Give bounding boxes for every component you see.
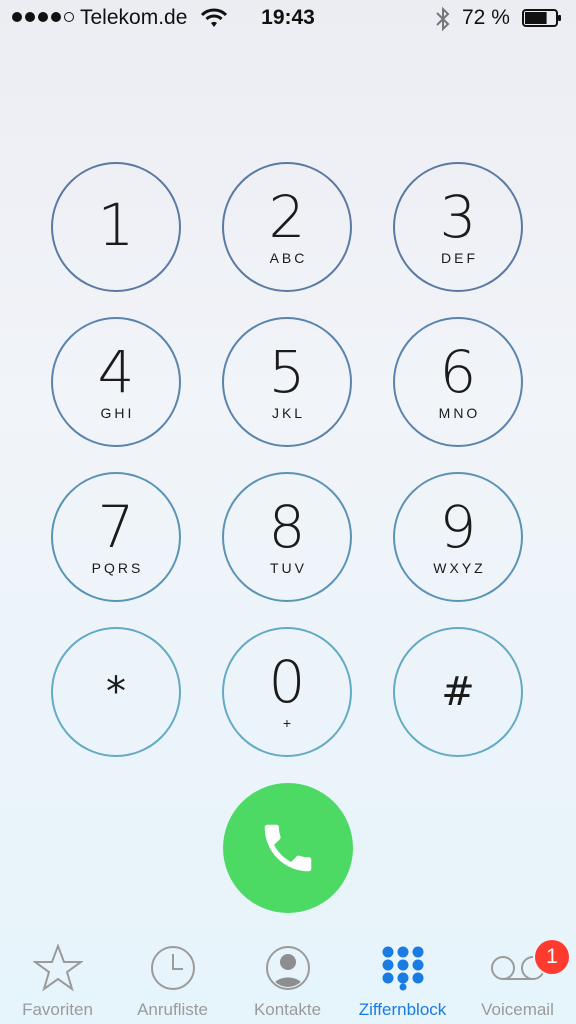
carrier-name: Telekom.de: [80, 6, 188, 29]
battery-percent: 72 %: [462, 6, 510, 29]
keypad-icon: [382, 946, 423, 991]
key-letters: +: [282, 715, 295, 731]
key-digit: 2: [268, 183, 306, 251]
key-0[interactable]: 0 +: [222, 627, 352, 757]
key-letters: MNO: [438, 405, 481, 421]
tab-ziffernblock[interactable]: Ziffernblock: [345, 932, 460, 1024]
key-8[interactable]: 8 TUV: [222, 472, 352, 602]
key-digit: 9: [439, 493, 477, 561]
key-digit: 1: [97, 191, 135, 259]
voicemail-badge: 1: [535, 940, 569, 974]
bluetooth-icon: [436, 6, 450, 32]
key-digit: 3: [439, 183, 477, 251]
key-letters: ABC: [269, 250, 308, 266]
contact-icon: [265, 946, 310, 990]
key-digit: 0: [268, 648, 306, 716]
key-2[interactable]: 2 ABC: [222, 162, 352, 292]
key-letters: DEF: [441, 250, 478, 266]
key-symbol: *: [106, 669, 126, 715]
key-letters: TUV: [270, 560, 307, 576]
call-button[interactable]: [223, 783, 353, 913]
tab-label: Voicemail: [481, 1000, 554, 1019]
key-9[interactable]: 9 WXYZ: [393, 472, 523, 602]
key-6[interactable]: 6 MNO: [393, 317, 523, 447]
key-digit: 4: [97, 338, 135, 406]
key-digit: 6: [439, 338, 477, 406]
tab-anrufliste[interactable]: Anrufliste: [115, 932, 230, 1024]
key-1[interactable]: 1: [51, 162, 181, 292]
key-digit: 8: [268, 493, 306, 561]
clock-icon: [150, 946, 195, 990]
key-7[interactable]: 7 PQRS: [51, 472, 181, 602]
phone-icon: [264, 824, 312, 872]
key-symbol: #: [441, 669, 475, 715]
tab-favoriten[interactable]: Favoriten: [0, 932, 115, 1024]
wifi-icon: [201, 8, 227, 27]
tab-kontakte[interactable]: Kontakte: [230, 932, 345, 1024]
key-4[interactable]: 4 GHI: [51, 317, 181, 447]
key-letters: WXYZ: [433, 560, 486, 576]
key-hash[interactable]: #: [393, 627, 523, 757]
key-letters: PQRS: [91, 560, 144, 576]
star-icon: [32, 944, 83, 992]
key-digit: 5: [268, 338, 306, 406]
key-star[interactable]: *: [51, 627, 181, 757]
key-letters: GHI: [100, 405, 135, 421]
key-letters: JKL: [271, 405, 306, 421]
status-bar: Telekom.de 19:43 72 %: [0, 0, 576, 40]
signal-strength-icon: [12, 12, 74, 22]
key-5[interactable]: 5 JKL: [222, 317, 352, 447]
tab-bar: Favoriten Anrufliste Kontakte Ziffernblo…: [0, 932, 576, 1024]
key-3[interactable]: 3 DEF: [393, 162, 523, 292]
key-digit: 7: [97, 493, 135, 561]
battery-icon: [522, 9, 561, 27]
